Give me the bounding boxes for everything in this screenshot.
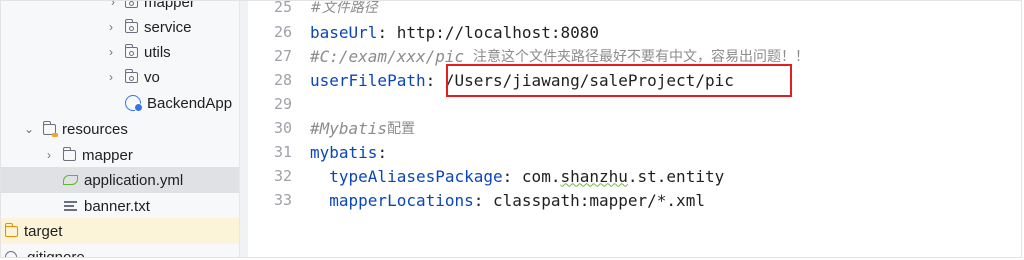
code-line: 33 mapperLocations: classpath:mapper/*.x… bbox=[248, 188, 1021, 212]
tree-item-application-yml[interactable]: application.yml bbox=[1, 167, 239, 193]
package-folder-icon bbox=[124, 44, 138, 58]
yaml-separator: : bbox=[377, 142, 388, 162]
tree-item-label: .gitignore bbox=[23, 248, 85, 258]
panel-divider[interactable] bbox=[239, 1, 248, 257]
project-tree: › mapper › service › utils › vo BackendA… bbox=[1, 1, 239, 257]
chevron-right-icon[interactable]: › bbox=[105, 70, 117, 84]
tree-item-utils[interactable]: › utils bbox=[1, 39, 239, 65]
tree-item-banner-txt[interactable]: banner.txt bbox=[1, 193, 239, 219]
chevron-right-icon[interactable]: › bbox=[105, 20, 117, 34]
tree-item-backendapp[interactable]: BackendApp bbox=[1, 90, 239, 116]
code-line: 27 #C:/exam/xxx/pic 注意这个文件夹路径最好不要有中文，容易出… bbox=[248, 44, 1021, 68]
yaml-value: /Users/jiawang/saleProject/pic bbox=[444, 70, 734, 90]
chevron-right-icon[interactable]: › bbox=[105, 45, 117, 59]
excluded-folder-icon bbox=[4, 223, 18, 237]
tree-item-label: target bbox=[24, 222, 63, 240]
yaml-value: classpath:mapper/*.xml bbox=[493, 190, 705, 210]
tree-item-label: service bbox=[144, 18, 192, 36]
yaml-key: mybatis bbox=[310, 142, 378, 162]
package-folder-icon bbox=[124, 19, 138, 33]
java-class-icon bbox=[125, 95, 143, 112]
line-number: 28 bbox=[273, 71, 292, 89]
code-line: 32 typeAliasesPackage: com. shanzhu .st.en… bbox=[248, 164, 1021, 188]
line-number: 29 bbox=[273, 95, 292, 113]
tree-item-label: application.yml bbox=[84, 171, 184, 189]
yaml-separator: : bbox=[425, 70, 445, 90]
yaml-separator: : bbox=[473, 190, 494, 210]
chevron-down-icon[interactable]: ⌄ bbox=[23, 122, 35, 136]
tree-item-label: banner.txt bbox=[84, 197, 150, 215]
yaml-separator: : bbox=[377, 22, 397, 42]
line-number: 27 bbox=[273, 47, 292, 65]
code-line: 30 #Mybatis 配置 bbox=[248, 116, 1021, 140]
comment-note: 注意这个文件夹路径最好不要有中文，容易出问题！！ bbox=[464, 49, 810, 65]
comment: #Mybatis bbox=[310, 118, 388, 138]
yaml-separator: : bbox=[502, 166, 522, 186]
line-number: 33 bbox=[273, 191, 292, 209]
no-entry-icon bbox=[5, 251, 17, 257]
typo-underlined-word: shanzhu bbox=[560, 166, 628, 186]
line-number: 25 bbox=[273, 0, 292, 16]
comment-note: 配置 bbox=[387, 121, 416, 137]
code-line: 25 #文件路径 bbox=[248, 0, 1021, 19]
chevron-right-icon[interactable]: › bbox=[107, 1, 119, 9]
tree-item-label: mapper bbox=[144, 1, 195, 11]
package-folder-icon bbox=[124, 69, 138, 83]
tree-item-mapper-folder[interactable]: › mapper bbox=[1, 142, 239, 168]
yaml-value: .st.entity bbox=[627, 166, 725, 186]
line-number: 26 bbox=[273, 23, 292, 41]
folder-icon bbox=[62, 147, 76, 161]
tree-item-vo[interactable]: › vo bbox=[1, 64, 239, 90]
tree-item-label: BackendApp bbox=[147, 94, 233, 112]
tree-item-service[interactable]: › service bbox=[1, 14, 239, 40]
tree-item-label: mapper bbox=[82, 146, 133, 164]
yaml-key: typeAliasesPackage bbox=[329, 166, 503, 186]
yml-leaf-icon bbox=[63, 175, 78, 185]
code-line: 31 mybatis: bbox=[248, 140, 1021, 164]
comment: #文件路径 bbox=[310, 0, 378, 16]
line-number: 30 bbox=[273, 119, 292, 137]
yaml-value: com. bbox=[521, 166, 561, 186]
code-line: 28 userFilePath: /Users/jiawang/saleProj… bbox=[248, 68, 1021, 92]
text-file-icon bbox=[63, 200, 78, 212]
tree-item-mapper-package[interactable]: › mapper bbox=[1, 1, 239, 15]
tree-item-label: utils bbox=[144, 43, 171, 61]
yaml-key: mapperLocations bbox=[329, 190, 474, 210]
line-number: 31 bbox=[273, 143, 292, 161]
tree-item-resources[interactable]: ⌄ resources bbox=[1, 116, 239, 142]
code-line: 26 baseUrl: http://localhost:8080 bbox=[248, 20, 1021, 44]
tree-item-target[interactable]: target bbox=[1, 218, 239, 244]
tree-item-label: vo bbox=[144, 68, 160, 86]
tree-item-label: resources bbox=[62, 120, 128, 138]
code-line: 29 bbox=[248, 92, 1021, 116]
yaml-key: baseUrl bbox=[310, 22, 378, 42]
comment: #C:/exam/xxx/pic bbox=[310, 46, 465, 66]
yaml-value: http://localhost:8080 bbox=[396, 22, 599, 42]
yaml-key: userFilePath bbox=[310, 70, 426, 90]
tree-item-gitignore[interactable]: .gitignore bbox=[1, 244, 239, 257]
chevron-right-icon[interactable]: › bbox=[43, 148, 55, 162]
package-folder-icon bbox=[125, 1, 138, 8]
code-editor[interactable]: 25 #文件路径 26 baseUrl: http://localhost:80… bbox=[248, 1, 1021, 257]
line-number: 32 bbox=[273, 167, 292, 185]
ide-window: › mapper › service › utils › vo BackendA… bbox=[0, 0, 1022, 258]
resources-folder-icon bbox=[42, 121, 58, 137]
